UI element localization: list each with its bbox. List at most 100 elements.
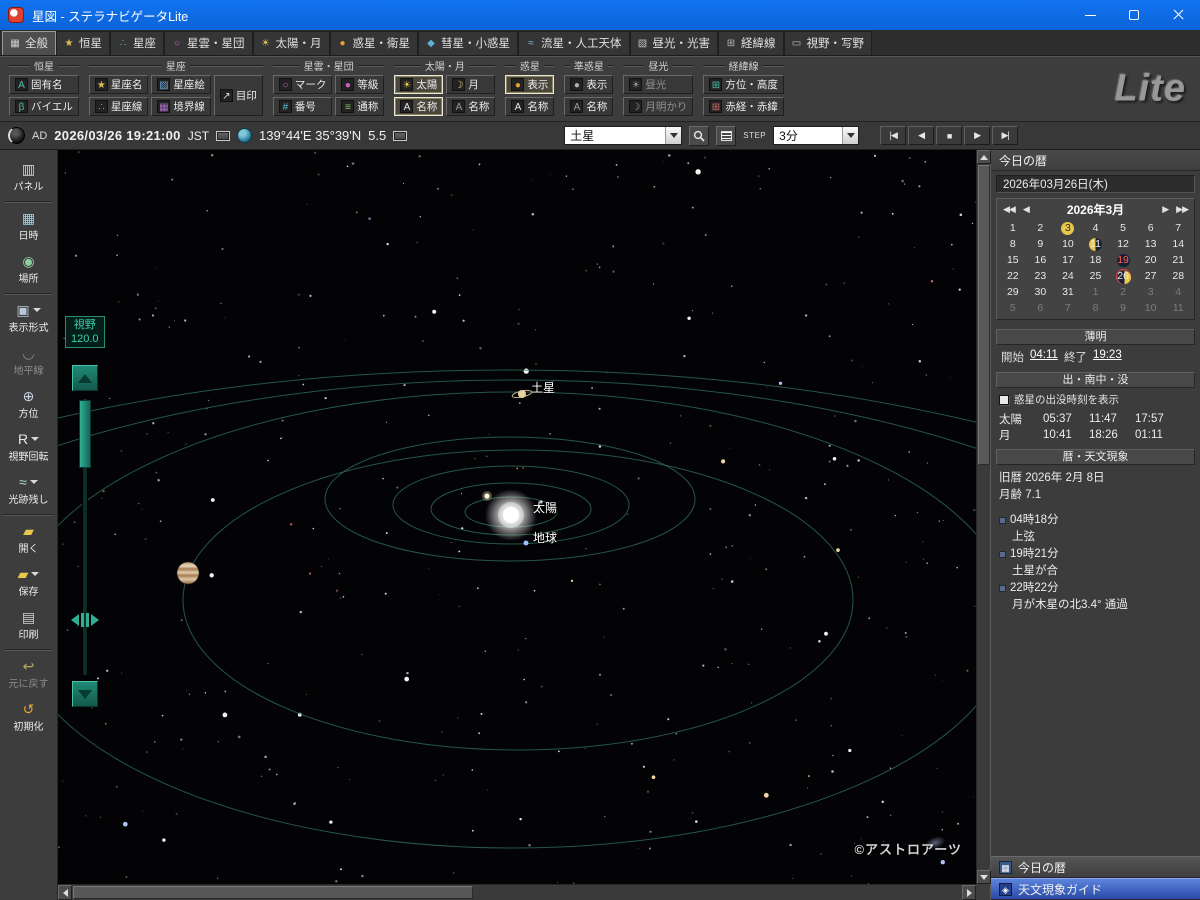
calendar-day-4[interactable]: 4 xyxy=(1082,220,1110,236)
calendar-day-29[interactable]: 29 xyxy=(999,284,1027,300)
calendar-day-25[interactable]: 25 xyxy=(1082,268,1110,284)
sidebar-item-印刷[interactable]: ▤印刷 xyxy=(0,604,57,647)
calendar-day-26[interactable]: 26 xyxy=(1109,268,1137,284)
toolbar-button-名称[interactable]: A名称 xyxy=(394,97,443,116)
toolbar-button-名称[interactable]: A名称 xyxy=(505,97,554,116)
location-value[interactable]: 139°44'E 35°39'N xyxy=(259,128,361,143)
calendar-day-30[interactable]: 30 xyxy=(1027,284,1055,300)
scroll-right-button[interactable] xyxy=(962,885,976,900)
calendar-day-8-adjacent[interactable]: 8 xyxy=(1082,300,1110,316)
zoom-out-button[interactable] xyxy=(72,365,98,391)
scroll-left-button[interactable] xyxy=(58,885,72,900)
toolbar-button-星座絵[interactable]: ▨星座絵 xyxy=(151,75,211,94)
toolbar-button-等級[interactable]: ●等級 xyxy=(335,75,384,94)
jump-start-button[interactable]: |◀ xyxy=(880,126,906,145)
calendar-day-5-adjacent[interactable]: 5 xyxy=(999,300,1027,316)
toolbar-button-赤経・赤緯[interactable]: ⊞赤経・赤緯 xyxy=(703,97,784,116)
target-select[interactable]: 土星 xyxy=(564,126,682,145)
vertical-scrollbar[interactable] xyxy=(976,150,990,884)
tab-星雲・星団[interactable]: ○星雲・星団 xyxy=(164,31,253,55)
calendar-day-2[interactable]: 2 xyxy=(1027,220,1055,236)
toolbar-button-星座名[interactable]: ★星座名 xyxy=(89,75,149,94)
toolbar-button-方位・高度[interactable]: ⊞方位・高度 xyxy=(703,75,784,94)
tab-彗星・小惑星[interactable]: ◆彗星・小惑星 xyxy=(418,31,518,55)
calendar-day-18[interactable]: 18 xyxy=(1082,252,1110,268)
calendar-day-10-adjacent[interactable]: 10 xyxy=(1137,300,1165,316)
calendar-day-24[interactable]: 24 xyxy=(1054,268,1082,284)
search-button[interactable] xyxy=(689,126,709,146)
object-list-button[interactable] xyxy=(716,126,736,146)
calendar-day-1[interactable]: 1 xyxy=(999,220,1027,236)
maximize-button[interactable] xyxy=(1112,0,1156,30)
planet-earth[interactable] xyxy=(524,541,529,546)
calendar-day-1-adjacent[interactable]: 1 xyxy=(1082,284,1110,300)
location-globe-icon[interactable] xyxy=(237,128,252,143)
toolbar-button-境界線[interactable]: ▦境界線 xyxy=(151,97,211,116)
calendar-day-13[interactable]: 13 xyxy=(1137,236,1165,252)
tab-流星・人工天体[interactable]: ≈流星・人工天体 xyxy=(518,31,630,55)
calendar-day-6-adjacent[interactable]: 6 xyxy=(1027,300,1055,316)
calendar-day-6[interactable]: 6 xyxy=(1137,220,1165,236)
calendar-day-4-adjacent[interactable]: 4 xyxy=(1164,284,1192,300)
magnitude-keypad-icon[interactable] xyxy=(393,131,407,141)
calendar-day-21[interactable]: 21 xyxy=(1164,252,1192,268)
planet-sun[interactable] xyxy=(485,489,537,541)
calendar-day-27[interactable]: 27 xyxy=(1137,268,1165,284)
toolbar-button-月[interactable]: ☽月 xyxy=(446,75,495,94)
tab-惑星・衛星[interactable]: ●惑星・衛星 xyxy=(330,31,419,55)
target-select-arrow[interactable] xyxy=(665,127,681,144)
tab-恒星[interactable]: ★恒星 xyxy=(56,31,110,55)
calendar-day-7-adjacent[interactable]: 7 xyxy=(1054,300,1082,316)
footer-button-today-calendar[interactable]: ▦ 今日の暦 xyxy=(991,856,1200,878)
calendar-day-22[interactable]: 22 xyxy=(999,268,1027,284)
calendar-day-14[interactable]: 14 xyxy=(1164,236,1192,252)
stop-button[interactable]: ■ xyxy=(936,126,962,145)
zoom-slider-handle[interactable] xyxy=(64,612,106,628)
toolbar-button-月明かり[interactable]: ☽月明かり xyxy=(623,97,693,116)
toolbar-button-表示[interactable]: ●表示 xyxy=(505,75,554,94)
sidebar-item-視野回転[interactable]: R視野回転 xyxy=(0,426,57,469)
calendar-next-year-button[interactable]: ▶▶ xyxy=(1172,204,1192,215)
sky-canvas[interactable] xyxy=(58,150,976,884)
close-button[interactable] xyxy=(1156,0,1200,30)
sidebar-item-場所[interactable]: ◉場所 xyxy=(0,248,57,291)
calendar-day-7[interactable]: 7 xyxy=(1164,220,1192,236)
minimize-button[interactable] xyxy=(1068,0,1112,30)
sidebar-item-方位[interactable]: ⊕方位 xyxy=(0,383,57,426)
toolbar-button-固有名[interactable]: A固有名 xyxy=(9,75,79,94)
calendar-day-15[interactable]: 15 xyxy=(999,252,1027,268)
calendar-day-5[interactable]: 5 xyxy=(1109,220,1137,236)
sidebar-item-日時[interactable]: ▦日時 xyxy=(0,205,57,248)
calendar-prev-year-button[interactable]: ◀◀ xyxy=(999,204,1019,215)
tab-昼光・光害[interactable]: ▧昼光・光害 xyxy=(630,31,719,55)
sidebar-item-保存[interactable]: ▰保存 xyxy=(0,561,57,604)
sidebar-item-パネル[interactable]: ▥パネル xyxy=(0,156,57,199)
toolbar-button-表示[interactable]: ●表示 xyxy=(564,75,613,94)
calendar-day-11-adjacent[interactable]: 11 xyxy=(1164,300,1192,316)
toolbar-button-名称[interactable]: A名称 xyxy=(446,97,495,116)
toolbar-button-マーク[interactable]: ○マーク xyxy=(273,75,333,94)
toolbar-button-星座線[interactable]: ∴星座線 xyxy=(89,97,149,116)
calendar-day-9-adjacent[interactable]: 9 xyxy=(1109,300,1137,316)
sidebar-item-元に戻す[interactable]: ↩元に戻す xyxy=(0,653,57,696)
calendar-prev-month-button[interactable]: ◀ xyxy=(1019,204,1033,215)
toolbar-button-目印[interactable]: ↗目印 xyxy=(214,75,263,116)
tab-経緯線[interactable]: ⊞経緯線 xyxy=(718,31,784,55)
step-select[interactable]: 3分 xyxy=(773,126,859,145)
toolbar-button-番号[interactable]: #番号 xyxy=(273,97,333,116)
calendar-day-11[interactable]: 11 xyxy=(1082,236,1110,252)
scroll-up-button[interactable] xyxy=(977,150,991,164)
calendar-day-3[interactable]: 3 xyxy=(1054,220,1082,236)
horizontal-scrollbar[interactable] xyxy=(58,884,976,900)
twilight-start-time[interactable]: 04:11 xyxy=(1030,349,1058,365)
calendar-day-17[interactable]: 17 xyxy=(1054,252,1082,268)
tab-太陽・月[interactable]: ☀太陽・月 xyxy=(253,31,330,55)
calendar-day-3-adjacent[interactable]: 3 xyxy=(1137,284,1165,300)
calendar-day-23[interactable]: 23 xyxy=(1027,268,1055,284)
footer-button-astro-guide[interactable]: ◈ 天文現象ガイド xyxy=(991,878,1200,900)
datetime-keypad-icon[interactable] xyxy=(216,131,230,141)
step-select-arrow[interactable] xyxy=(842,127,858,144)
toolbar-button-バイエル[interactable]: βバイエル xyxy=(9,97,79,116)
zoom-in-button[interactable] xyxy=(72,681,98,707)
horizontal-scroll-thumb[interactable] xyxy=(73,886,473,899)
